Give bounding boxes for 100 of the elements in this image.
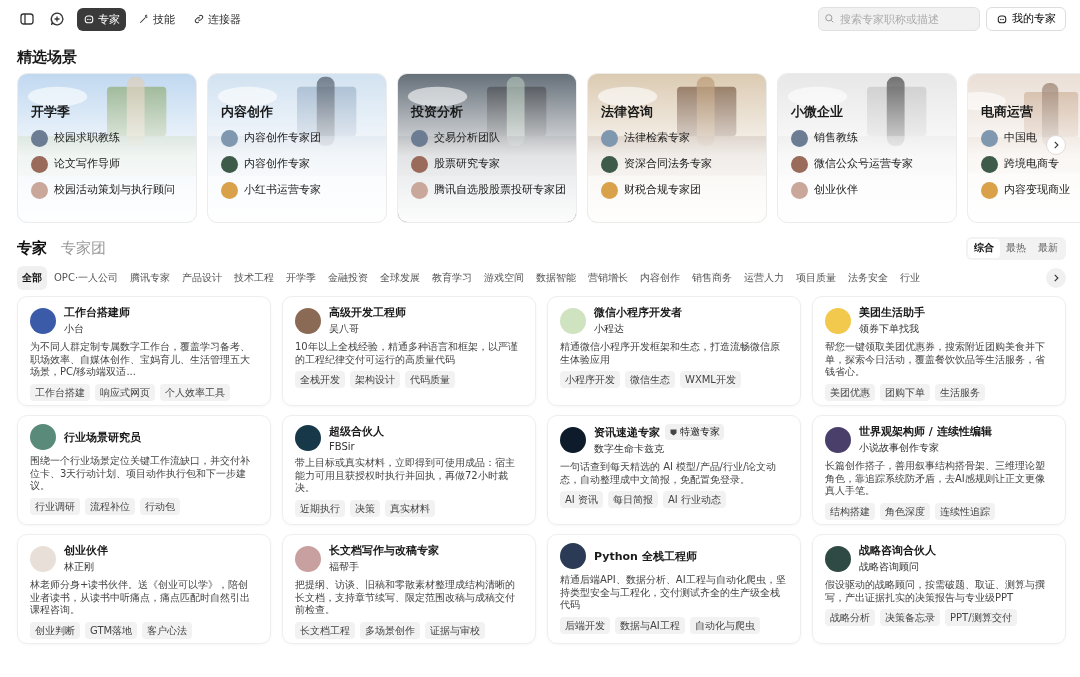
shield-icon [669,427,678,437]
category-chip[interactable]: 金融投资 [323,266,374,290]
sort-option[interactable]: 最新 [1032,239,1064,258]
tag: 结构搭建 [825,502,875,520]
avatar-icon [295,545,321,572]
search-icon [824,13,835,24]
category-chip[interactable]: 技术工程 [229,266,280,290]
my-experts-button[interactable]: 我的专家 [986,7,1066,31]
scenario-card[interactable]: 电商运营 中国电 跨境电商专 内容变现商业 [967,73,1080,223]
expert-link[interactable]: 股票研究专家 [434,157,500,171]
tag: 生活服务 [935,383,985,401]
expert-link[interactable]: 财税合规专家团 [624,183,701,197]
expert-card[interactable]: 创业伙伴 林正刚 林老师分身+读书伙伴。送《创业可以学》，陪创业者读书，从读书中听痛点，痛点匹配时自然引出课程咨询。 创业判断 GTM落地 客户心法 [17,534,271,644]
category-chip[interactable]: 游戏空间 [479,266,530,290]
expert-card[interactable]: 高级开发工程师 吴八哥 10年以上全栈经验，精通多种语言和框架，以严谨的工程纪律交付可运行的高质量代码 全栈开发 架构设计 代码质量 [282,296,536,406]
scenario-title: 小微企业 [791,104,844,121]
scenario-card[interactable]: 法律咨询 法律检索专家 资深合同法务专家 财税合规专家团 [587,73,767,223]
expert-card[interactable]: 长文档写作与改稿专家 福帮手 把提纲、访谈、旧稿和零散素材整理成结构清晰的长文档，支持章节续写、限定范围改稿与成稿交付前检查。 长文档工程 多场景创作 证据与审校 [282,534,536,644]
expert-card[interactable]: 战略咨询合伙人 战略咨询顾问 假设驱动的战略顾问，按需破题、取证、测算与撰写，产出证据扎实的决策报告与专业级PPT 战略分析 决策备忘录 PPT/测算交付 [812,534,1066,644]
nav-tab[interactable]: 连接器 [187,7,247,31]
scenario-card[interactable]: 小微企业 销售教练 微信公众号运营专家 创业伙伴 [777,73,957,223]
search-field[interactable]: 搜索专家职称或描述 [818,7,980,31]
new-chat-icon[interactable] [49,11,65,27]
category-chip[interactable]: 运营人力 [739,266,790,290]
expert-link[interactable]: 销售教练 [814,131,858,145]
tag: GTM落地 [85,621,138,639]
expert-name: 创业伙伴 [64,543,108,558]
tag: 连续性追踪 [935,502,995,520]
tag: 每日简报 [607,491,658,508]
next-arrow-button[interactable] [1046,268,1066,288]
expert-link[interactable]: 论文写作导师 [54,157,120,171]
expert-card[interactable]: 工作台搭建师 小台 为不同人群定制专属数字工作台，覆盖学习备考、职场效率、自媒体创作、宝妈育儿、生活管理五大场景，PC/移动端双适... 工作台搭建 响应式网页 个人效率工具 [17,296,271,406]
expert-card[interactable]: 美团生活助手 领券下单找我 帮您一键领取美团优惠券，搜索附近团购美食并下单，探索今日活动，覆盖餐饮饮品等生活服务，省钱省心。 美团优惠 团购下单 生活服务 [812,296,1066,406]
category-chip[interactable]: OPC·一人公司 [49,266,124,290]
expert-link[interactable]: 内容变现商业 [1004,183,1070,197]
expert-description: 精通微信小程序开发框架和生态，打造流畅微信原生体验应用 [560,341,781,366]
expert-description: 把提纲、访谈、旧稿和零散素材整理成结构清晰的长文档，支持章节续写、限定范围改稿与成稿交付前检查。 [295,579,516,617]
expert-name: 行业场景研究员 [64,429,141,445]
expert-description: 长篇创作搭子，善用叙事结构搭骨架、三维理论塑角色，靠追踪系统防矛盾，去AI感规则让正文更像真人手笔。 [825,460,1046,498]
scenario-card[interactable]: 开学季 校园求职教练 论文写作导师 校园活动策划与执行顾问 [17,73,197,223]
expert-card[interactable]: 行业场景研究员 围绕一个行业场景定位关键工作流缺口，并交付补位卡、3天行动计划、项目动作执行包和下一步建议。 行业调研 流程补位 行动包 [17,415,271,525]
expert-card[interactable]: 超级合伙人 FBSir 带上目标或真实材料，立即得到可使用成品：宿主能力可用且获授权时执行并回执，再做72小时裁决。 近期执行 决策 真实材料 [282,415,536,525]
tag: 美团优惠 [825,383,875,401]
tag: 证据与审校 [425,621,485,639]
tag: AI 行业动态 [662,491,726,508]
expert-link[interactable]: 内容创作专家 [244,157,310,171]
category-chip[interactable]: 全球发展 [375,266,426,290]
sort-option[interactable]: 最热 [1000,239,1032,258]
category-chip[interactable]: 行业 [895,266,926,290]
nav-tab[interactable]: 技能 [132,7,181,31]
category-chip[interactable]: 法务安全 [843,266,894,290]
expert-link[interactable]: 交易分析团队 [434,131,500,145]
expert-card[interactable]: 资讯速递专家 特邀专家 数字生命卡兹克 一句话查到每天精选的 AI 模型/产品/行业/论文动态，自动整理成中文简报，免配置免登录。 AI 资讯 每日简报 AI 行业动态 [547,415,801,525]
expert-link[interactable]: 跨境电商专 [1004,157,1059,171]
expert-link[interactable]: 小红书运营专家 [244,183,321,197]
expert-card[interactable]: 世界观架构师 / 连续性编辑 小说故事创作专家 长篇创作搭子，善用叙事结构搭骨架、三维理论塑角色，靠追踪系统防矛盾，去AI感规则让正文更像真人手笔。 结构搭建 角色深度 连续性追踪 [812,415,1066,525]
tag: 工作台搭建 [30,383,90,401]
tag: 创业判断 [30,621,80,639]
section-title: 精选场景 [17,48,78,67]
category-chip[interactable]: 腾讯专家 [125,266,176,290]
category-chip[interactable]: 内容创作 [635,266,686,290]
category-chip[interactable]: 项目质量 [791,266,842,290]
expert-link[interactable]: 中国电 [1004,131,1037,145]
expert-link[interactable]: 法律检索专家 [624,131,690,145]
scenario-card[interactable]: 投资分析 交易分析团队 股票研究专家 腾讯自选股股票投研专家团 [397,73,577,223]
invited-badge: 特邀专家 [665,424,724,440]
expert-link[interactable]: 校园活动策划与执行顾问 [54,183,175,197]
expert-link[interactable]: 腾讯自选股股票投研专家团 [434,183,566,197]
nav-tab[interactable]: 专家 [77,7,126,31]
link-icon [193,13,205,25]
category-chip[interactable]: 营销增长 [583,266,634,290]
category-chip[interactable]: 产品设计 [177,266,228,290]
category-chip[interactable]: 教育学习 [427,266,478,290]
expert-link[interactable]: 内容创作专家团 [244,131,321,145]
expert-link[interactable]: 资深合同法务专家 [624,157,712,171]
wand-icon [138,13,150,25]
scenario-title: 法律咨询 [601,104,654,121]
expert-description: 带上目标或真实材料，立即得到可使用成品：宿主能力可用且获授权时执行并回执，再做72小时裁决。 [295,457,516,495]
tag: 战略分析 [825,609,875,626]
expert-author: FBSir [329,441,356,452]
scenario-card[interactable]: 内容创作 内容创作专家团 内容创作专家 小红书运营专家 [207,73,387,223]
expert-link[interactable]: 微信公众号运营专家 [814,157,913,171]
sidebar-toggle-icon[interactable] [19,11,35,27]
sort-option[interactable]: 综合 [968,239,1000,258]
category-chip[interactable]: 销售商务 [687,266,738,290]
tag: PPT/测算交付 [945,609,1017,626]
tag: 全栈开发 [295,371,345,388]
avatar-icon [560,543,586,569]
expert-name: 美团生活助手 [859,305,925,320]
section-tab[interactable]: 专家 [17,239,47,258]
category-chip[interactable]: 全部 [17,266,47,290]
category-chip[interactable]: 开学季 [281,266,322,290]
tag: 架构设计 [350,371,400,388]
expert-card[interactable]: 微信小程序开发者 小程达 精通微信小程序开发框架和生态，打造流畅微信原生体验应用 小程序开发 微信生态 WXML开发 [547,296,801,406]
tag: WXML开发 [680,371,741,388]
expert-card[interactable]: Python 全栈工程师 精通后端API、数据分析、AI工程与自动化爬虫，坚持类型安全与工程化，交付测试齐全的生产级全栈代码 后端开发 数据与AI工程 自动化与爬虫 [547,534,801,644]
expert-link[interactable]: 校园求职教练 [54,131,120,145]
expert-link[interactable]: 创业伙伴 [814,183,858,197]
category-chip[interactable]: 数据智能 [531,266,582,290]
expert-author: 林正刚 [64,560,95,574]
